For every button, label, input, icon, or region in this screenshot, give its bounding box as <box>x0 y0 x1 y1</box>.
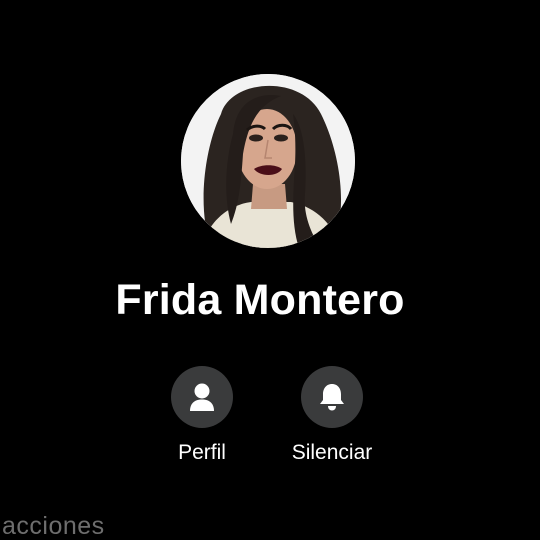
contact-screen: Frida Montero Perfil Silenciar acciones <box>0 0 540 540</box>
profile-button[interactable]: Perfil <box>142 366 262 465</box>
mute-button-label: Silenciar <box>291 441 373 464</box>
mute-button-circle[interactable] <box>301 366 363 428</box>
profile-button-circle[interactable] <box>171 366 233 428</box>
avatar-photo <box>181 74 355 248</box>
person-icon <box>190 383 214 411</box>
mute-button[interactable]: Silenciar <box>272 366 392 465</box>
contact-name: Frida Montero <box>115 276 405 324</box>
contact-avatar[interactable] <box>181 74 355 248</box>
actions-section-heading: acciones <box>2 512 105 540</box>
profile-button-label: Perfil <box>178 441 226 464</box>
bell-icon <box>320 384 344 411</box>
